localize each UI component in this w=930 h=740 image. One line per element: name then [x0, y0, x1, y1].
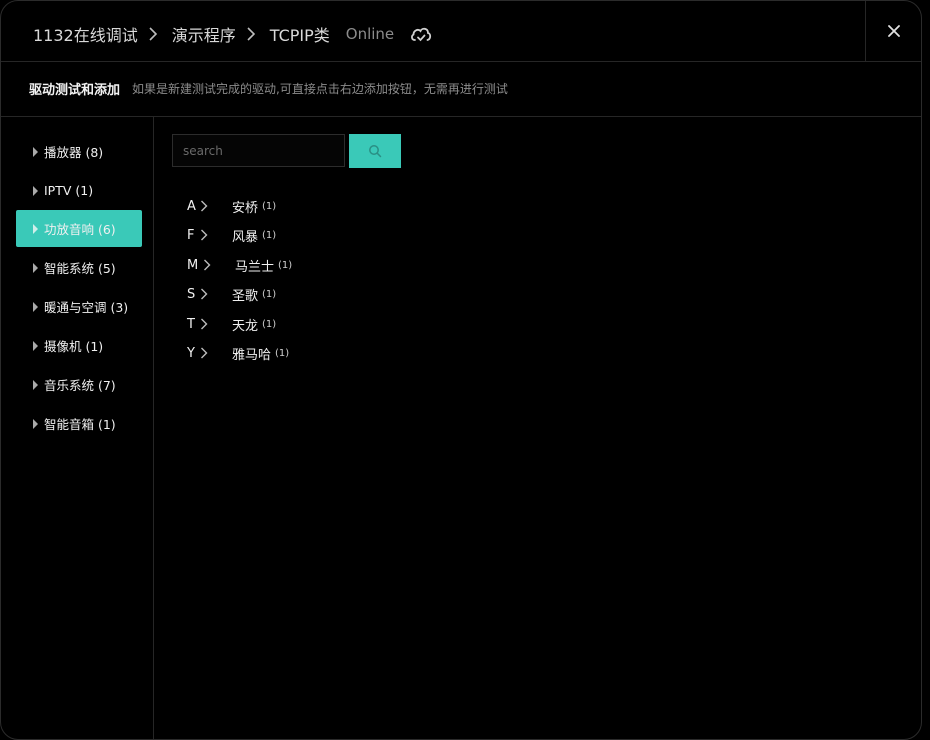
caret-right-icon [33, 223, 38, 234]
section-description: 如果是新建测试完成的驱动,可直接点击右边添加按钮，无需再进行测试 [132, 82, 508, 96]
breadcrumb: 1132在线调试 演示程序 TCPIP类 Online [33, 1, 432, 67]
close-button[interactable] [865, 1, 921, 61]
sidebar-item-player[interactable]: 播放器 (8) [16, 133, 142, 170]
brand-count: (1) [275, 347, 290, 359]
chevron-right-icon [146, 26, 162, 42]
sidebar-item-amplifier[interactable]: 功放音响 (6) [16, 210, 142, 247]
brand-row[interactable]: Y 雅马哈 (1) [187, 342, 289, 364]
sidebar-item-label: IPTV (1) [44, 183, 94, 198]
search-button[interactable] [349, 134, 401, 168]
brand-count: (1) [278, 259, 293, 271]
brand-count: (1) [262, 229, 277, 241]
sidebar-item-music-system[interactable]: 音乐系统 (7) [16, 366, 142, 403]
brand-letter: F [187, 227, 195, 243]
connection-status: Online [345, 25, 395, 43]
chevron-right-icon [200, 318, 208, 330]
brand-name: 圣歌 [232, 288, 259, 304]
brand-letter: S [187, 286, 196, 302]
breadcrumb-item-program[interactable]: 演示程序 [172, 22, 236, 46]
brand-name: 天龙 [232, 318, 259, 334]
brand-name: 马兰士 [235, 259, 275, 275]
sidebar-item-iptv[interactable]: IPTV (1) [16, 172, 142, 209]
chevron-right-icon [200, 200, 208, 212]
breadcrumb-item-category[interactable]: TCPIP类 [270, 22, 330, 46]
sidebar-item-label: 播放器 (8) [44, 145, 104, 160]
sidebar-item-label: 音乐系统 (7) [44, 378, 116, 393]
chevron-right-icon [200, 288, 208, 300]
brand-letter: A [187, 198, 196, 214]
sidebar-item-camera[interactable]: 摄像机 (1) [16, 327, 142, 364]
sidebar-item-label: 智能系统 (5) [44, 261, 116, 276]
caret-right-icon [33, 418, 38, 429]
chevron-right-icon [203, 259, 211, 271]
caret-right-icon [33, 301, 38, 312]
brand-row[interactable]: S 圣歌 (1) [187, 283, 276, 305]
subheader: 驱动测试和添加 如果是新建测试完成的驱动,可直接点击右边添加按钮，无需再进行测试 [1, 61, 921, 117]
caret-right-icon [33, 185, 38, 196]
caret-right-icon [33, 340, 38, 351]
sidebar-item-label: 暖通与空调 (3) [44, 300, 129, 315]
brand-name: 雅马哈 [232, 347, 272, 363]
cloud-check-icon [410, 25, 432, 43]
close-icon [887, 25, 900, 37]
brand-name: 风暴 [232, 229, 259, 245]
brand-count: (1) [262, 200, 277, 212]
brand-count: (1) [262, 318, 277, 330]
chevron-right-icon [244, 26, 260, 42]
sidebar-item-hvac[interactable]: 暖通与空调 (3) [16, 288, 142, 325]
brand-letter: Y [187, 345, 195, 361]
sidebar-item-label: 摄像机 (1) [44, 339, 104, 354]
sidebar-item-smart-speaker[interactable]: 智能音箱 (1) [16, 405, 142, 442]
sidebar-item-label: 智能音箱 (1) [44, 417, 116, 432]
brand-row[interactable]: T 天龙 (1) [187, 313, 276, 335]
brand-count: (1) [262, 288, 277, 300]
search-input[interactable] [172, 134, 345, 167]
brand-row[interactable]: M 马兰士 (1) [187, 254, 292, 276]
brand-panel: A 安桥 (1) F 风暴 (1) M 马兰士 (1) S 圣歌 (1) T 天… [154, 117, 921, 739]
category-sidebar: 播放器 (8) IPTV (1) 功放音响 (6) 智能系统 (5) 暖通与空调… [1, 117, 154, 739]
brand-letter: T [187, 316, 195, 332]
sidebar-item-smart-system[interactable]: 智能系统 (5) [16, 249, 142, 286]
driver-dialog: 1132在线调试 演示程序 TCPIP类 Online 驱动测试和添加 如果是新… [0, 0, 922, 740]
brand-name: 安桥 [232, 200, 259, 216]
caret-right-icon [33, 146, 38, 157]
sidebar-item-label: 功放音响 (6) [44, 222, 116, 237]
chevron-right-icon [200, 347, 208, 359]
caret-right-icon [33, 262, 38, 273]
breadcrumb-item-project[interactable]: 1132在线调试 [33, 22, 138, 46]
brand-row[interactable]: A 安桥 (1) [187, 195, 276, 217]
chevron-right-icon [200, 229, 208, 241]
dialog-header: 1132在线调试 演示程序 TCPIP类 Online [1, 1, 921, 62]
brand-letter: M [187, 257, 199, 273]
section-title: 驱动测试和添加 [29, 83, 121, 98]
brand-row[interactable]: F 风暴 (1) [187, 224, 276, 246]
search-icon [369, 145, 382, 158]
caret-right-icon [33, 379, 38, 390]
